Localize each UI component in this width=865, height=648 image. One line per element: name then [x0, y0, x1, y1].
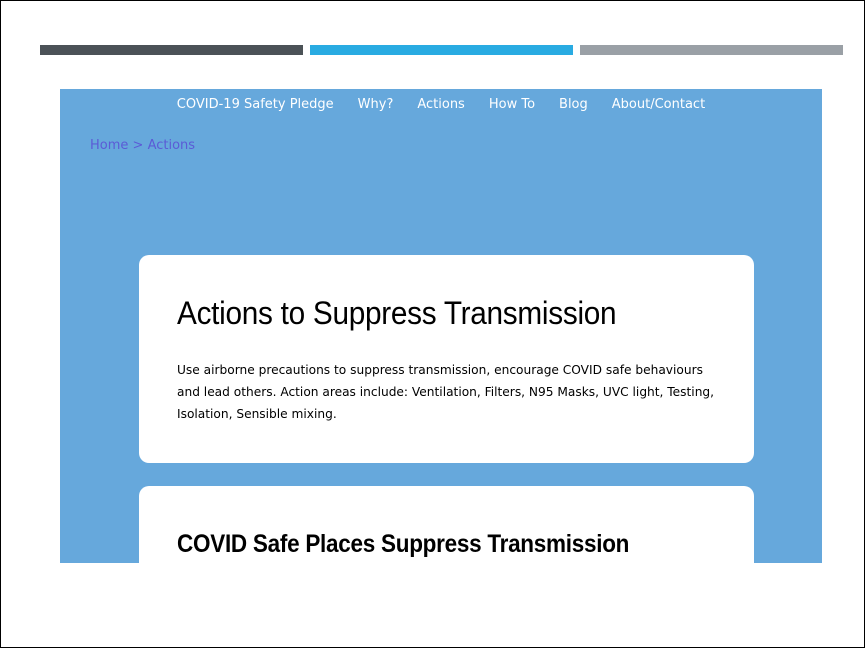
decorative-bars	[40, 45, 843, 55]
slide-frame: COVID-19 Safety Pledge Why? Actions How …	[0, 0, 865, 648]
nav-item-blog[interactable]: Blog	[559, 97, 588, 112]
nav-item-why[interactable]: Why?	[358, 97, 394, 112]
nav-item-actions[interactable]: Actions	[417, 97, 465, 112]
breadcrumb-current-link[interactable]: Actions	[148, 138, 196, 153]
actions-card: Actions to Suppress Transmission Use air…	[139, 255, 754, 463]
breadcrumb-separator: >	[128, 138, 148, 153]
gray-bar	[580, 45, 843, 55]
website-screenshot: COVID-19 Safety Pledge Why? Actions How …	[60, 89, 822, 563]
page-title: Actions to Suppress Transmission	[177, 295, 617, 331]
safe-places-card: COVID Safe Places Suppress Transmission	[139, 486, 754, 563]
breadcrumb-home-link[interactable]: Home	[90, 138, 128, 153]
blue-bar	[310, 45, 573, 55]
dark-bar	[40, 45, 303, 55]
section-heading: COVID Safe Places Suppress Transmission	[177, 530, 630, 558]
nav-item-safety-pledge[interactable]: COVID-19 Safety Pledge	[177, 97, 334, 112]
nav-item-how-to[interactable]: How To	[489, 97, 535, 112]
breadcrumb: Home > Actions	[90, 138, 195, 153]
nav-item-about-contact[interactable]: About/Contact	[612, 97, 705, 112]
intro-paragraph: Use airborne precautions to suppress tra…	[177, 363, 715, 421]
top-navigation: COVID-19 Safety Pledge Why? Actions How …	[60, 94, 822, 114]
